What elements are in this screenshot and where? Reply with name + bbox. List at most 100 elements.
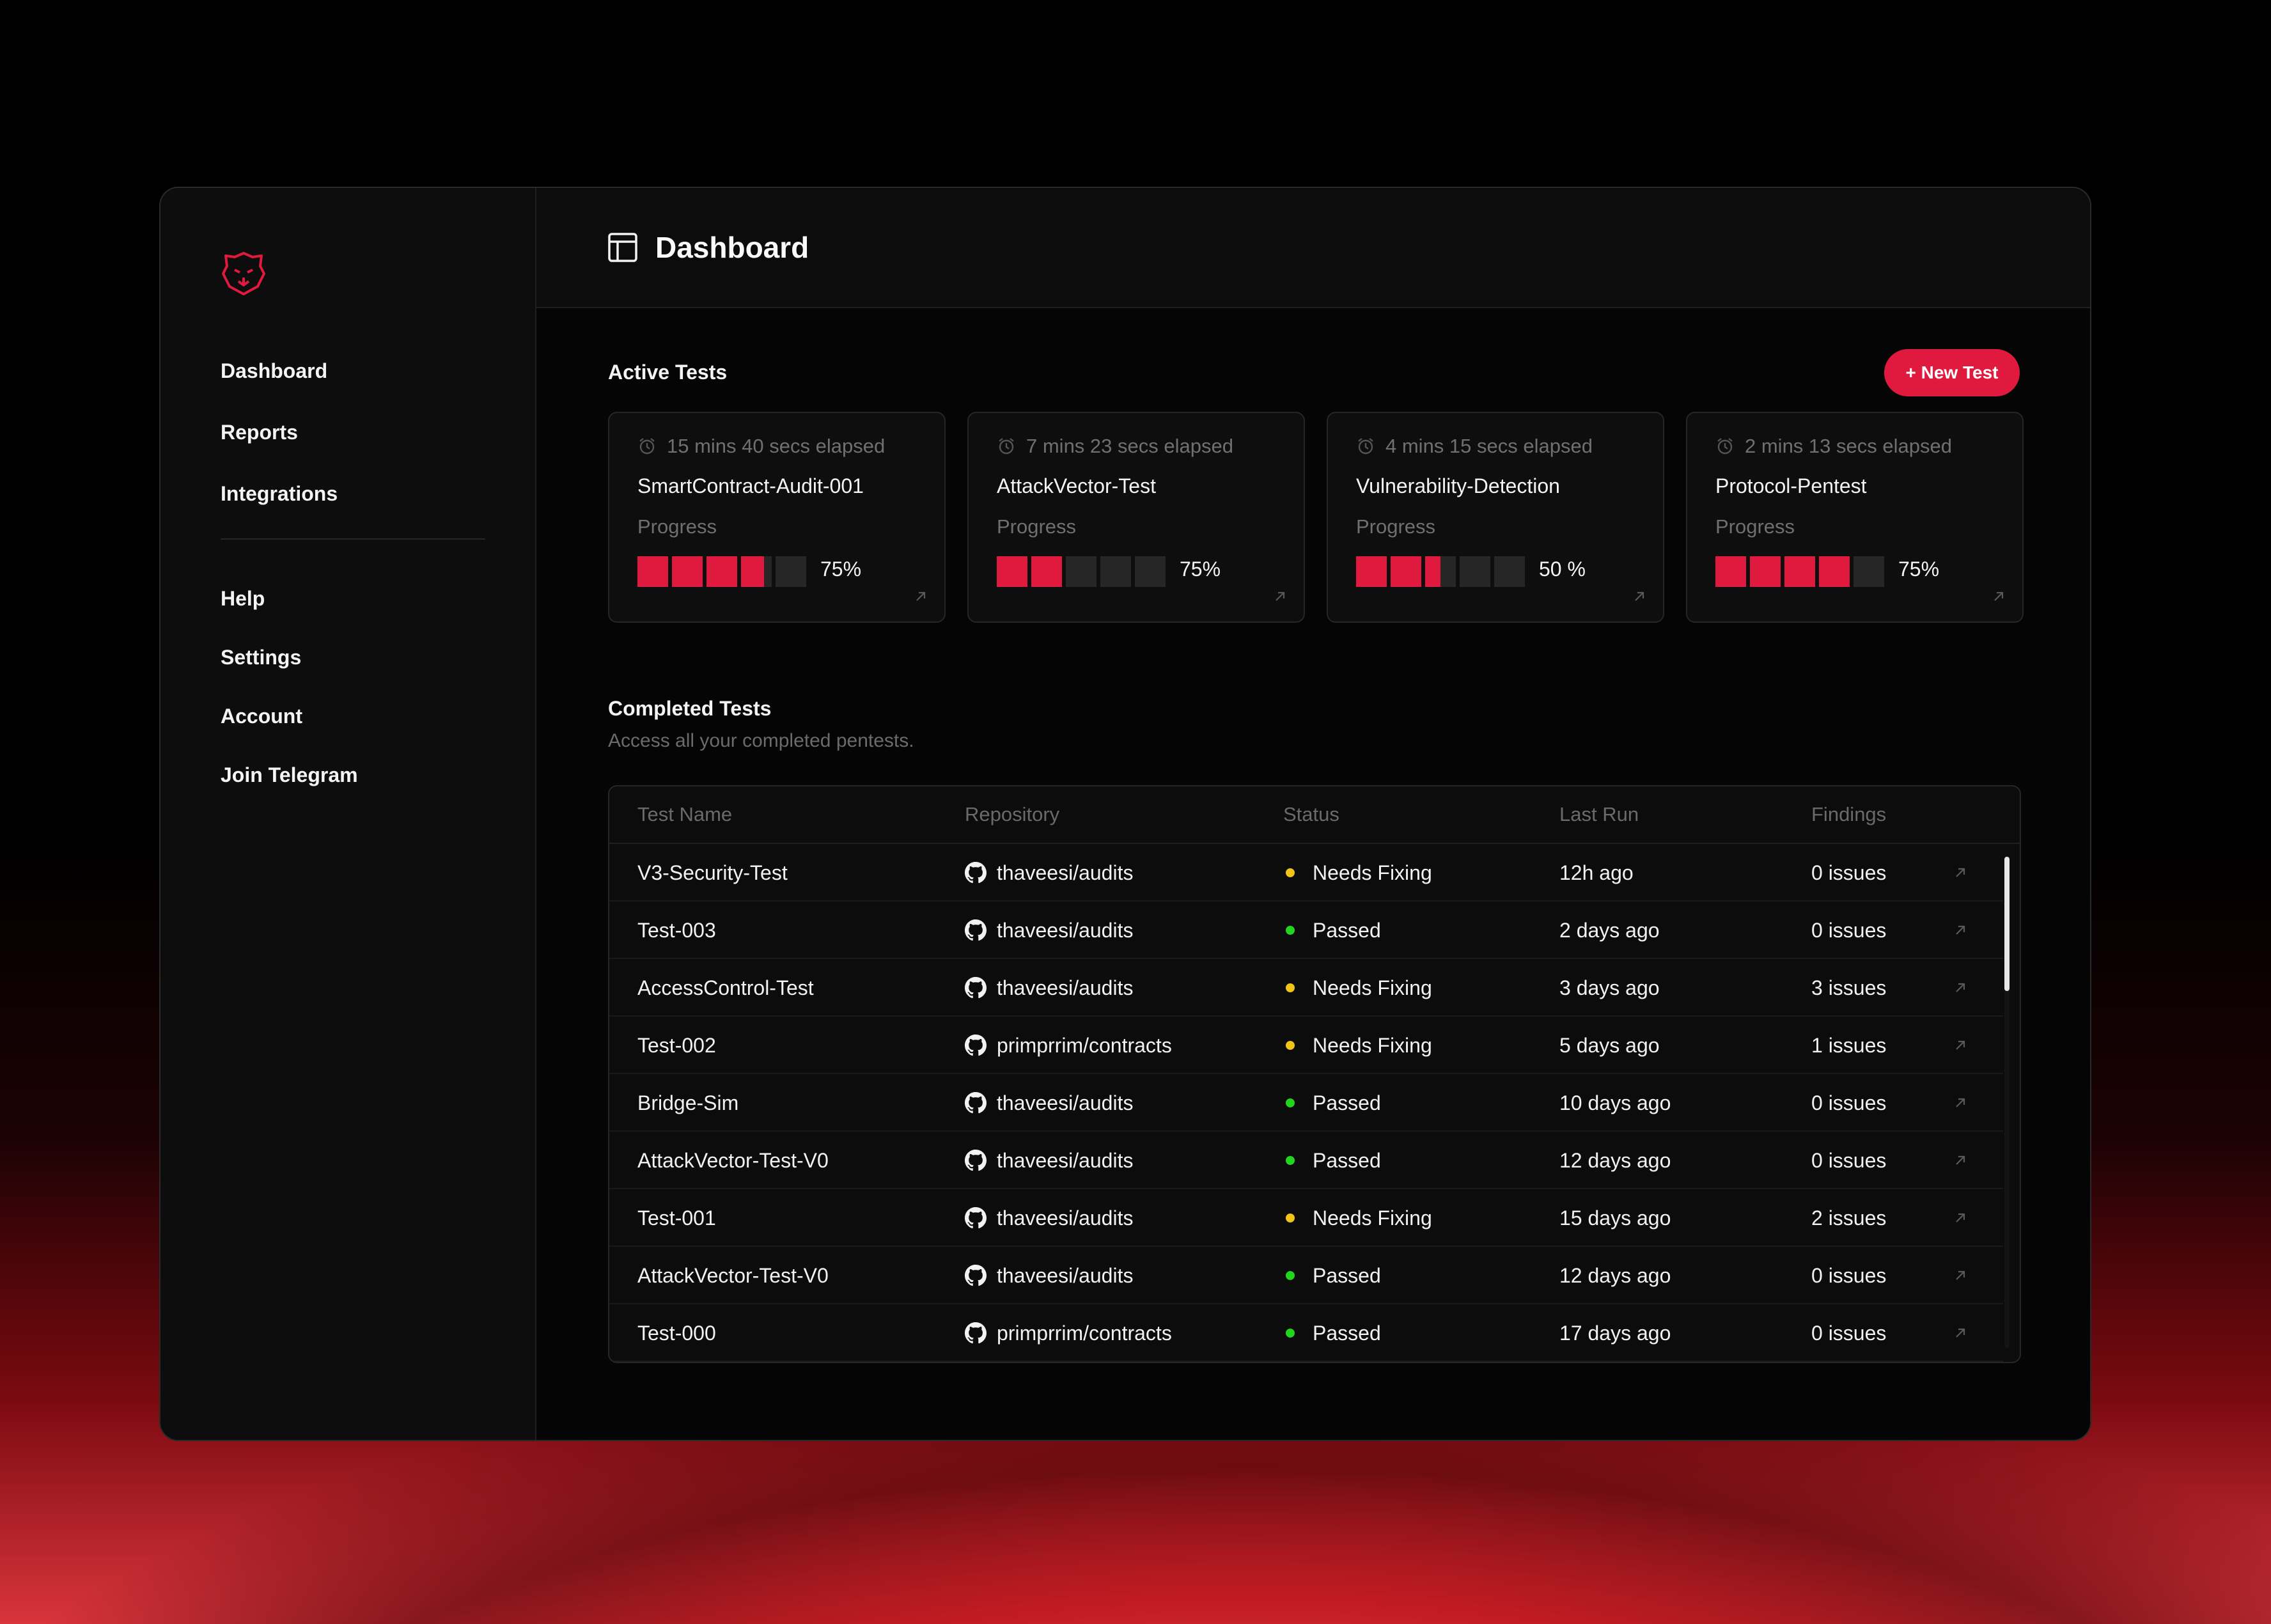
status-text: Needs Fixing: [1313, 976, 1432, 999]
open-arrow-icon[interactable]: [1953, 1038, 1967, 1052]
status-text: Passed: [1313, 1091, 1381, 1114]
alarm-clock-icon: [999, 438, 1014, 455]
test-name: Vulnerability-Detection: [1356, 474, 1560, 497]
test-name-cell: Test-002: [637, 1034, 716, 1057]
active-test-card[interactable]: 4 mins 15 secs elapsed Vulnerability-Dete…: [1327, 412, 1664, 623]
test-name-cell: V3-Security-Test: [637, 861, 788, 884]
completed-tests-table: Test Name Repository Status Last Run Fin…: [608, 785, 2021, 1363]
findings-cell: 0 issues: [1811, 919, 1887, 942]
elapsed-text: 15 mins 40 secs elapsed: [667, 435, 886, 457]
table-row[interactable]: Test-002 primprrim/contracts Needs Fixing 5…: [609, 1017, 2003, 1074]
table-row[interactable]: AccessControl-Test thaveesi/audits Needs F…: [609, 959, 2003, 1017]
test-name: AttackVector-Test: [997, 474, 1156, 497]
table-row[interactable]: AttackVector-Test-V0 thaveesi/audits Passe…: [609, 1247, 2003, 1304]
open-arrow-icon[interactable]: [1953, 981, 1967, 995]
table-row[interactable]: Bridge-Sim thaveesi/audits Passed 10 days a…: [609, 1074, 2003, 1132]
table-row[interactable]: Test-003 thaveesi/audits Passed 2 days ago 0…: [609, 902, 2003, 959]
active-test-card[interactable]: 2 mins 13 secs elapsed Protocol-Pentest Pr…: [1686, 412, 2024, 623]
repository-cell[interactable]: thaveesi/audits: [965, 1189, 1133, 1247]
status-dot: [1286, 1329, 1295, 1338]
test-name-cell: AttackVector-Test-V0: [637, 1264, 829, 1287]
github-icon: [965, 977, 987, 999]
repository-name: primprrim/contracts: [997, 1034, 1172, 1057]
table-header: Test Name Repository Status Last Run Fin…: [609, 786, 2020, 844]
elapsed-text: 4 mins 15 secs elapsed: [1385, 435, 1593, 457]
lion-logo-icon[interactable]: [219, 249, 268, 298]
primary-nav: Dashboard Reports Integrations: [221, 340, 338, 524]
nav-item-reports[interactable]: Reports: [221, 402, 338, 463]
status-cell: Passed: [1286, 1247, 1381, 1304]
page-title: Dashboard: [655, 231, 809, 264]
nav-item-settings[interactable]: Settings: [221, 628, 358, 687]
open-arrow-icon[interactable]: [1953, 1326, 1967, 1340]
open-arrow-icon[interactable]: [1953, 1096, 1967, 1110]
status-cell: Needs Fixing: [1286, 959, 1432, 1017]
repository-cell[interactable]: thaveesi/audits: [965, 844, 1133, 902]
nav-item-integrations[interactable]: Integrations: [221, 463, 338, 524]
repository-cell[interactable]: thaveesi/audits: [965, 1247, 1133, 1304]
progress-bar: [1356, 556, 1525, 587]
last-run-cell: 12 days ago: [1559, 1149, 1671, 1172]
last-run-cell: 12h ago: [1559, 861, 1634, 884]
table-row[interactable]: AttackVector-Test-V0 thaveesi/audits Passe…: [609, 1132, 2003, 1189]
progress-segment: [1853, 556, 1884, 587]
github-icon: [965, 1265, 987, 1286]
open-arrow-icon[interactable]: [1953, 1211, 1967, 1225]
column-header-last-run: Last Run: [1559, 803, 1639, 825]
test-name: SmartContract-Audit-001: [637, 474, 864, 497]
status-text: Needs Fixing: [1313, 861, 1432, 884]
repository-name: primprrim/contracts: [997, 1322, 1172, 1345]
progress-segment: [1066, 556, 1096, 587]
scrollbar-thumb[interactable]: [2004, 857, 2010, 991]
status-cell: Needs Fixing: [1286, 1189, 1432, 1247]
open-arrow-icon[interactable]: [1273, 589, 1287, 604]
active-test-card[interactable]: 15 mins 40 secs elapsed SmartContract-Aud…: [608, 412, 946, 623]
elapsed-time: 2 mins 13 secs elapsed: [1715, 435, 1952, 458]
github-icon: [965, 1322, 987, 1344]
open-arrow-icon[interactable]: [1992, 589, 2006, 604]
nav-item-help[interactable]: Help: [221, 569, 358, 628]
column-header-status: Status: [1283, 803, 1339, 825]
alarm-clock-icon: [1358, 438, 1373, 455]
table-row[interactable]: Test-001 thaveesi/audits Needs Fixing 15 da…: [609, 1189, 2003, 1247]
status-text: Passed: [1313, 1149, 1381, 1172]
active-test-card[interactable]: 7 mins 23 secs elapsed AttackVector-Test P…: [967, 412, 1305, 623]
progress-label: Progress: [997, 515, 1077, 538]
status-text: Needs Fixing: [1313, 1206, 1432, 1230]
table-row[interactable]: Test-000 primprrim/contracts Passed 17 days…: [609, 1304, 2003, 1362]
open-arrow-icon[interactable]: [914, 589, 928, 604]
open-arrow-icon[interactable]: [1632, 589, 1646, 604]
open-arrow-icon[interactable]: [1953, 923, 1967, 937]
repository-cell[interactable]: primprrim/contracts: [965, 1304, 1172, 1362]
repository-cell[interactable]: primprrim/contracts: [965, 1017, 1172, 1074]
repository-cell[interactable]: thaveesi/audits: [965, 1132, 1133, 1189]
status-dot: [1286, 868, 1295, 877]
findings-cell: 1 issues: [1811, 1034, 1887, 1057]
new-test-button[interactable]: + New Test: [1884, 349, 2020, 396]
status-dot: [1286, 1271, 1295, 1280]
nav-item-join-telegram[interactable]: Join Telegram: [221, 746, 358, 804]
status-cell: Needs Fixing: [1286, 844, 1432, 902]
findings-cell: 0 issues: [1811, 861, 1887, 884]
open-arrow-icon[interactable]: [1953, 1153, 1967, 1167]
repository-name: thaveesi/audits: [997, 1091, 1134, 1114]
github-icon: [965, 1035, 987, 1056]
repository-cell[interactable]: thaveesi/audits: [965, 902, 1133, 959]
nav-item-dashboard[interactable]: Dashboard: [221, 340, 338, 402]
progress-bar: [637, 556, 806, 587]
table-row[interactable]: V3-Security-Test thaveesi/audits Needs Fix…: [609, 844, 2003, 902]
github-icon: [965, 919, 987, 941]
progress-segment: [997, 556, 1027, 587]
nav-item-account[interactable]: Account: [221, 687, 358, 746]
repository-cell[interactable]: thaveesi/audits: [965, 959, 1133, 1017]
progress-percent: 75%: [1898, 558, 1940, 581]
progress-bar: [1715, 556, 1884, 587]
progress-segment: [741, 556, 772, 587]
open-arrow-icon[interactable]: [1953, 866, 1967, 880]
findings-cell: 0 issues: [1811, 1149, 1887, 1172]
repository-cell[interactable]: thaveesi/audits: [965, 1074, 1133, 1132]
findings-cell: 0 issues: [1811, 1091, 1887, 1114]
progress-segment: [1750, 556, 1781, 587]
open-arrow-icon[interactable]: [1953, 1269, 1967, 1283]
status-text: Passed: [1313, 1322, 1381, 1345]
